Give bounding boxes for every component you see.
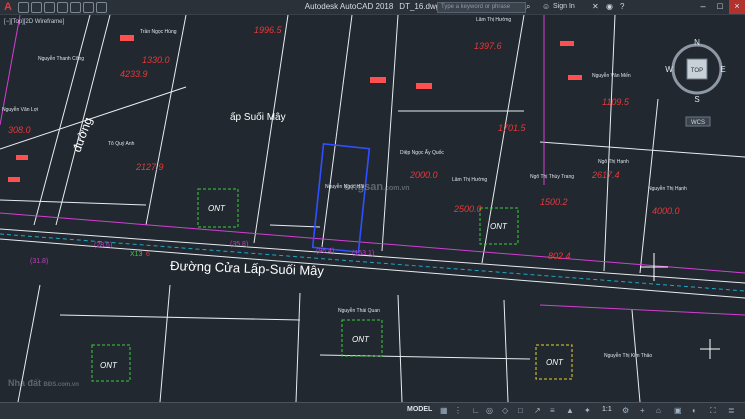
parcel-area: 308.0 <box>8 125 31 135</box>
parcel-area: 1330.0 <box>142 55 170 65</box>
otrack-icon[interactable]: ↗ <box>534 406 541 415</box>
title-bar: A Autodesk AutoCAD 2018 DT_16.dwg Type a … <box>0 0 745 15</box>
drawing-canvas[interactable]: TOP N S E W WCS Đường Cửa Lấp-Suối Mây ấ… <box>0 15 745 402</box>
viewcube[interactable]: TOP N S E W WCS <box>665 38 726 127</box>
watermark-brand-top: BĐS.com.vn <box>43 382 79 388</box>
coord-mark: X13 <box>130 251 143 258</box>
parcel-area: 2000.0 <box>409 170 438 180</box>
parcel-area: 2617.4 <box>591 170 620 180</box>
owner-name: Nguyễn Thái Quan <box>338 307 380 314</box>
viewport-controls[interactable]: [−][Top][2D Wireframe] <box>4 19 64 25</box>
model-button[interactable]: MODEL <box>407 406 432 413</box>
parcel-area: 1109.5 <box>602 97 630 107</box>
owner-name: Trần Ngọc Hùng <box>140 29 177 35</box>
owner-name: Nguyễn Thị Hạnh <box>648 185 687 192</box>
edge-dimension: (28.6) <box>94 242 112 249</box>
sign-in-button[interactable]: Sign In <box>553 1 575 13</box>
ont-label: ONT <box>490 222 508 231</box>
vertical-road-label: đường <box>70 115 95 154</box>
parcel-area: 2127.9 <box>135 162 164 172</box>
help-icon[interactable]: ? <box>620 2 624 12</box>
owner-name: Lâm Thị Hường <box>452 177 487 183</box>
watermark-text: ongsan.com.vn <box>344 181 410 193</box>
viewcube-n-label: N <box>694 38 700 47</box>
customize-icon[interactable]: ≣ <box>728 406 735 415</box>
exchange-icon[interactable]: ✕ <box>592 2 599 12</box>
road-label: Đường Cửa Lấp-Suối Mây <box>170 258 325 278</box>
close-button[interactable]: × <box>729 0 745 14</box>
magenta-boundaries <box>0 15 745 316</box>
owner-name: Nguyễn Thị Kim Thảo <box>604 352 652 359</box>
edge-dimension: (35.8) <box>230 241 248 248</box>
ont-label: ONT <box>100 361 118 370</box>
edge-dimension: (31.8) <box>30 258 48 265</box>
owner-name: Tô Quý Anh <box>108 141 135 147</box>
selected-parcel <box>311 143 371 253</box>
parcel-area: 1500.2 <box>540 197 568 207</box>
settings-icon[interactable]: ⚙ <box>622 406 629 415</box>
watermark-site: ongsan <box>344 181 384 193</box>
owner-name: Ngô Thị Hạnh <box>598 159 629 165</box>
parcel-area: 802.4 <box>548 251 571 261</box>
osnap-icon[interactable]: □ <box>518 406 523 415</box>
a360-icon[interactable]: ◉ <box>606 2 613 12</box>
minimize-button[interactable]: – <box>695 0 711 14</box>
parcel-boundaries <box>0 15 745 402</box>
app-title: Autodesk AutoCAD 2018 <box>304 2 394 11</box>
plus-icon[interactable]: + <box>640 406 645 415</box>
annotation-scale[interactable]: 1:1 <box>602 406 612 413</box>
parcel-area: 4000.0 <box>652 206 680 216</box>
hamlet-label: ấp Suối Mây <box>230 111 286 123</box>
polar-icon[interactable]: ◎ <box>486 406 493 415</box>
maximize-button[interactable]: □ <box>712 0 728 14</box>
status-bar: MODEL ▦ ⋮ ∟ ◎ ◇ □ ↗ ≡ ▲ ✦ 1:1 ⚙ + ⌂ ▣ ◐ … <box>0 402 745 419</box>
isolate-icon[interactable]: ◐ <box>692 406 697 415</box>
annotation-blocks <box>8 35 582 182</box>
owner-name: Nguyễn Thanh Công <box>38 55 84 62</box>
parcel-area: 2500.0 <box>453 204 482 214</box>
annotation-visibility-icon[interactable]: ✦ <box>584 406 591 415</box>
edge-dimension: (96.4) <box>316 248 334 255</box>
window-title: Autodesk AutoCAD 2018 DT_16.dwg <box>0 1 745 13</box>
edge-dimension: (153.1) <box>352 250 374 257</box>
workspace-icon[interactable]: ⌂ <box>656 406 661 415</box>
grid-icon[interactable]: ▦ <box>440 406 448 415</box>
parcel-area: 4233.9 <box>120 69 148 79</box>
annotation-scale-icon[interactable]: ▲ <box>566 406 574 415</box>
owner-name: Lâm Thị Hường <box>476 17 511 23</box>
coord-value: 6 <box>146 251 150 258</box>
crosshair <box>640 253 720 359</box>
owner-name: Ngô Thị Thùy Trang <box>530 174 574 180</box>
watermark-site-top: .com.vn <box>383 185 410 192</box>
isodraft-icon[interactable]: ◇ <box>502 406 508 415</box>
lineweight-icon[interactable]: ≡ <box>550 406 555 415</box>
ont-label: ONT <box>546 358 564 367</box>
owner-name: Nguyễn Văn Lợi <box>2 106 38 113</box>
ont-label: ONT <box>208 204 226 213</box>
owner-name: Nguyễn Văn Mến <box>592 72 631 79</box>
snap-icon[interactable]: ⋮ <box>454 406 462 415</box>
watermark-logo: Nhà đất BĐS.com.vn <box>8 378 79 388</box>
user-icon[interactable]: ☺ <box>542 2 550 12</box>
viewcube-s-label: S <box>694 95 699 104</box>
owner-name: Diệp Ngọc Ấy Quốc <box>400 149 444 156</box>
parcel-area: 1397.6 <box>474 41 502 51</box>
wcs-label: WCS <box>691 120 705 126</box>
parcel-area: 1701.5 <box>498 123 527 133</box>
viewcube-w-label: W <box>665 65 673 74</box>
file-name: DT_16.dwg <box>399 2 441 11</box>
search-icon[interactable]: ⌕ <box>526 2 530 12</box>
search-input[interactable]: Type a keyword or phrase <box>437 2 526 13</box>
parcel-area: 1996.5 <box>254 25 283 35</box>
ortho-icon[interactable]: ∟ <box>472 406 480 415</box>
fullscreen-icon[interactable]: ⛶ <box>710 406 716 415</box>
viewcube-top-label: TOP <box>691 68 703 74</box>
watermark-brand: Nhà đất <box>8 378 42 388</box>
ont-label: ONT <box>352 335 370 344</box>
cad-drawing: TOP N S E W WCS Đường Cửa Lấp-Suối Mây ấ… <box>0 15 745 402</box>
lock-icon[interactable]: ▣ <box>674 406 682 415</box>
viewcube-e-label: E <box>720 65 725 74</box>
